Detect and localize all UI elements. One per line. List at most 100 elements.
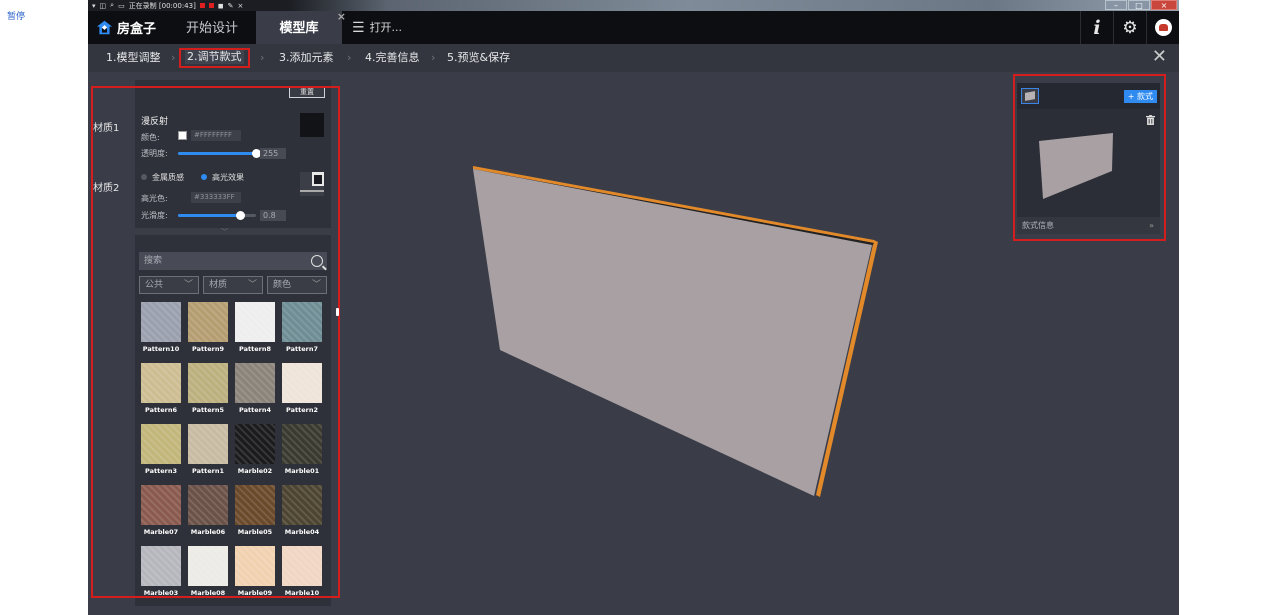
material-tile[interactable]: Marble07 bbox=[141, 485, 181, 539]
style-thumbnail-icon[interactable] bbox=[1021, 88, 1039, 104]
info-icon[interactable]: i bbox=[1080, 11, 1113, 44]
material-tile[interactable]: Marble05 bbox=[235, 485, 275, 539]
smoothness-slider[interactable] bbox=[178, 211, 256, 220]
material-tile[interactable]: Marble02 bbox=[235, 424, 275, 478]
app-window: ▾ ◫ ⌕ ▭ 正在录制 [00:00:43] ◼ ✎ × – □ × 房盒子 bbox=[88, 0, 1179, 615]
material-label: Pattern10 bbox=[142, 345, 180, 353]
filter-material-label: 材质 bbox=[209, 280, 228, 290]
smoothness-value[interactable]: 0.8 bbox=[260, 210, 286, 221]
color-value-field[interactable]: #FFFFFFFF bbox=[191, 130, 241, 141]
material-tab-2[interactable]: 材质2 bbox=[93, 179, 119, 194]
avatar-icon bbox=[1154, 19, 1172, 36]
material-tile[interactable]: Marble01 bbox=[282, 424, 322, 478]
material-label: Marble05 bbox=[237, 528, 273, 536]
material-tile[interactable]: Pattern9 bbox=[188, 302, 228, 356]
step-add-elements[interactable]: 3.添加元素 bbox=[279, 49, 334, 67]
material-tile[interactable]: Pattern5 bbox=[188, 363, 228, 417]
minimize-button[interactable]: – bbox=[1105, 0, 1127, 10]
material-tile[interactable]: Pattern7 bbox=[282, 302, 322, 356]
material-thumbnail bbox=[188, 546, 228, 586]
filter-material-dropdown[interactable]: 材质 ﹀ bbox=[203, 276, 263, 294]
material-thumbnail bbox=[235, 363, 275, 403]
chevron-double-down-icon: » bbox=[1149, 221, 1154, 230]
material-tab-1[interactable]: 材质1 bbox=[93, 119, 119, 134]
style-info-bar[interactable]: 款式信息 » bbox=[1017, 217, 1160, 234]
zoom-icon[interactable]: ⌕ bbox=[110, 1, 114, 10]
trash-icon[interactable] bbox=[1146, 115, 1155, 125]
step-model-adjust[interactable]: 1.模型调整 bbox=[106, 49, 161, 67]
material-tile[interactable]: Marble03 bbox=[141, 546, 181, 600]
wall-face[interactable] bbox=[473, 169, 872, 496]
smoothness-slider-fill bbox=[178, 214, 241, 217]
close-tab-icon[interactable]: × bbox=[337, 0, 346, 35]
material-thumbnail bbox=[282, 424, 322, 464]
panel-collapse-handle[interactable] bbox=[336, 308, 339, 316]
search-icon[interactable] bbox=[311, 255, 323, 267]
material-label: Pattern2 bbox=[286, 406, 318, 414]
diffuse-texture-thumb[interactable] bbox=[300, 113, 324, 137]
specular-value-field[interactable]: #333333FF bbox=[191, 192, 241, 203]
material-tile[interactable]: Marble08 bbox=[188, 546, 228, 600]
gloss-radio[interactable] bbox=[201, 174, 207, 180]
screen-icon[interactable]: ▭ bbox=[118, 2, 125, 10]
material-label: Marble01 bbox=[284, 467, 320, 475]
reset-button[interactable]: 重置 bbox=[289, 86, 325, 98]
opacity-slider[interactable] bbox=[178, 149, 261, 158]
model-viewport[interactable] bbox=[348, 80, 1008, 610]
tab-model-library-label: 模型库 bbox=[279, 21, 319, 36]
specular-texture-thumb[interactable] bbox=[300, 172, 324, 196]
step-preview-save[interactable]: 5.预览&保存 bbox=[447, 49, 510, 67]
camera-icon[interactable]: ◼ bbox=[218, 2, 224, 10]
window-icon[interactable]: ◫ bbox=[100, 2, 107, 10]
add-style-button[interactable]: + 款式 bbox=[1123, 90, 1157, 103]
step-adjust-style[interactable]: 2.调节款式 bbox=[179, 48, 250, 68]
close-icon[interactable]: ✕ bbox=[1152, 47, 1167, 67]
material-tile[interactable]: Marble04 bbox=[282, 485, 322, 539]
smoothness-slider-knob[interactable] bbox=[235, 211, 245, 220]
chevron-down-icon: ﹀ bbox=[183, 280, 193, 290]
collapse-bar[interactable]: ﹀ bbox=[135, 228, 331, 236]
pen-icon[interactable]: ✎ bbox=[228, 2, 234, 10]
menu-icon[interactable]: ▾ bbox=[92, 2, 96, 10]
material-label: Marble04 bbox=[284, 528, 320, 536]
material-tile[interactable]: Pattern8 bbox=[235, 302, 275, 356]
stop-icon[interactable] bbox=[199, 3, 205, 8]
search-input[interactable] bbox=[139, 252, 304, 270]
metal-radio[interactable] bbox=[141, 174, 147, 180]
record-icon[interactable] bbox=[208, 3, 214, 8]
material-tile[interactable]: Pattern10 bbox=[141, 302, 181, 356]
material-tile[interactable]: Marble10 bbox=[282, 546, 322, 600]
material-tile[interactable]: Pattern1 bbox=[188, 424, 228, 478]
material-thumbnail bbox=[282, 363, 322, 403]
material-tile[interactable]: Pattern6 bbox=[141, 363, 181, 417]
material-thumbnail bbox=[141, 363, 181, 403]
color-swatch[interactable] bbox=[178, 131, 187, 140]
material-tile[interactable]: Marble09 bbox=[235, 546, 275, 600]
filter-public-dropdown[interactable]: 公共 ﹀ bbox=[139, 276, 199, 294]
filter-color-label: 颜色 bbox=[273, 280, 292, 290]
tab-start-design[interactable]: 开始设计 × bbox=[186, 10, 267, 44]
step-complete-info[interactable]: 4.完善信息 bbox=[365, 49, 420, 67]
gear-icon[interactable]: ⚙ bbox=[1113, 11, 1146, 44]
material-tile[interactable]: Pattern4 bbox=[235, 363, 275, 417]
material-tile[interactable]: Marble06 bbox=[188, 485, 228, 539]
maximize-button[interactable]: □ bbox=[1128, 0, 1150, 10]
material-thumbnail bbox=[188, 302, 228, 342]
pause-label[interactable]: 暂停 bbox=[7, 9, 25, 22]
filter-color-dropdown[interactable]: 颜色 ﹀ bbox=[267, 276, 327, 294]
material-thumbnail bbox=[141, 424, 181, 464]
material-label: Pattern1 bbox=[192, 467, 224, 475]
step-adjust-style-label: 2.调节款式 bbox=[185, 50, 244, 64]
tab-model-library[interactable]: 模型库 × bbox=[256, 10, 346, 44]
material-label: Pattern4 bbox=[239, 406, 271, 414]
opacity-value[interactable]: 255 bbox=[260, 148, 286, 159]
material-tile[interactable]: Pattern3 bbox=[141, 424, 181, 478]
close-recorder-icon[interactable]: × bbox=[238, 2, 244, 10]
window-close-button[interactable]: × bbox=[1151, 0, 1177, 10]
material-tile[interactable]: Pattern2 bbox=[282, 363, 322, 417]
app-logo[interactable]: 房盒子 bbox=[96, 18, 156, 37]
open-button[interactable]: ☰ 打开... bbox=[352, 11, 402, 44]
user-avatar[interactable] bbox=[1146, 11, 1179, 44]
chevron-down-icon: ﹀ bbox=[221, 228, 228, 236]
material-thumbnail bbox=[188, 485, 228, 525]
